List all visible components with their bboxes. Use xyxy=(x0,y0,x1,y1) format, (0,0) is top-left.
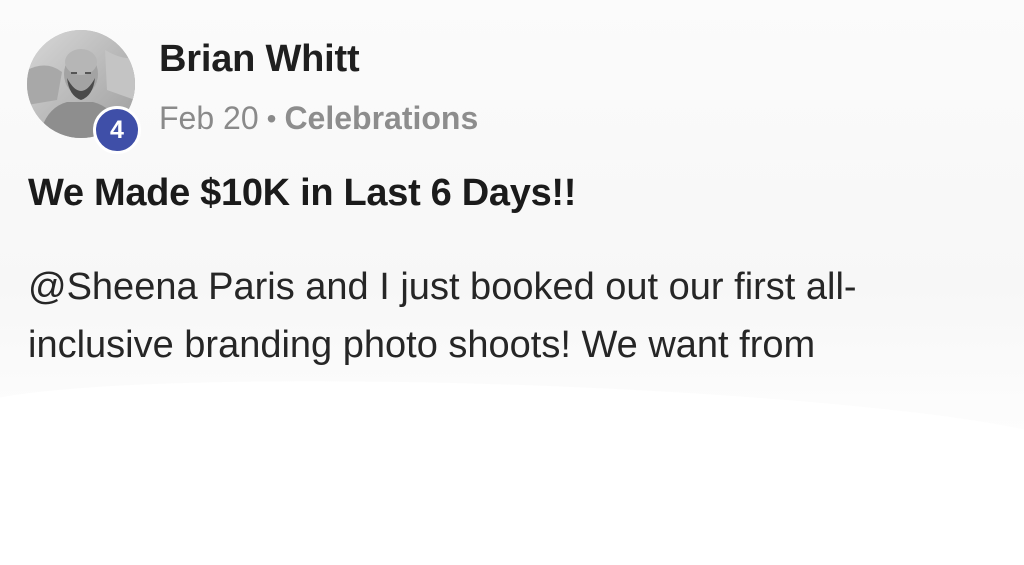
body-text-line-1: and I just booked out our first all- xyxy=(294,266,857,308)
community-post[interactable]: 4 Brian Whitt Feb 20 • Celebrations We M… xyxy=(0,0,1024,565)
body-text-line-2: inclusive branding photo shoots! We want… xyxy=(28,324,816,366)
background-sheen xyxy=(0,365,1024,565)
post-date[interactable]: Feb 20 xyxy=(159,100,259,137)
post-title[interactable]: We Made $10K in Last 6 Days!! xyxy=(28,172,576,215)
author-avatar-group[interactable]: 4 xyxy=(27,30,141,154)
user-mention[interactable]: @Sheena Paris xyxy=(28,266,295,308)
post-meta: Feb 20 • Celebrations xyxy=(159,100,478,137)
meta-separator: • xyxy=(266,102,277,134)
post-body[interactable]: @Sheena Paris and I just booked out our … xyxy=(28,258,1003,374)
author-name[interactable]: Brian Whitt xyxy=(159,38,360,81)
level-badge: 4 xyxy=(93,106,141,154)
post-category[interactable]: Celebrations xyxy=(284,100,478,137)
